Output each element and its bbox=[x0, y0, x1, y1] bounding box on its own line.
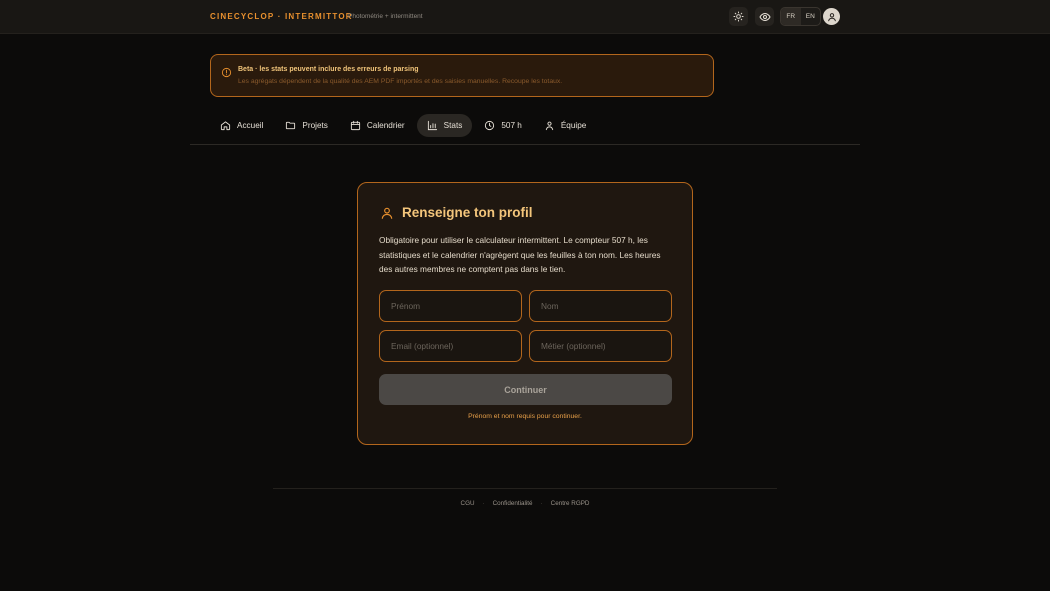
top-bar: CINECYCLOP · INTERMITTOR Photométrie + i… bbox=[0, 0, 1050, 34]
footer-link-cgu[interactable]: CGU bbox=[461, 500, 475, 507]
nav-item-label: Stats bbox=[443, 121, 463, 130]
app-tagline: Photométrie + intermittent bbox=[348, 13, 423, 20]
nav-item-label: Accueil bbox=[237, 121, 264, 130]
banner-title: Beta · les stats peuvent inclure des err… bbox=[238, 66, 419, 73]
footer-separator: · bbox=[540, 500, 543, 507]
email-field[interactable] bbox=[379, 330, 522, 362]
required-fields-hint: Prénom et nom requis pour continuer. bbox=[468, 413, 582, 420]
footer: CGU · Confidentialité · Centre RGPD bbox=[273, 500, 777, 507]
beta-warning-banner: Beta · les stats peuvent inclure des err… bbox=[210, 54, 714, 97]
last-name-field[interactable] bbox=[529, 290, 672, 322]
profile-card: Renseigne ton profil Obligatoire pour ut… bbox=[357, 182, 693, 445]
nav-item-equipe[interactable]: Équipe bbox=[534, 114, 597, 137]
footer-divider bbox=[273, 488, 777, 489]
nav-item-accueil[interactable]: Accueil bbox=[210, 114, 273, 137]
nav-item-label: 507 h bbox=[501, 121, 522, 130]
profile-description: Obligatoire pour utiliser le calculateur… bbox=[379, 235, 661, 275]
lang-en-button[interactable]: EN bbox=[801, 8, 821, 25]
first-name-field[interactable] bbox=[379, 290, 522, 322]
bar-chart-icon bbox=[427, 120, 437, 131]
lang-fr-button[interactable]: FR bbox=[781, 8, 801, 25]
footer-link-confidentialite[interactable]: Confidentialité bbox=[493, 500, 533, 507]
calendar-icon bbox=[350, 120, 360, 131]
banner-text: Les agrégats dépendent de la qualité des… bbox=[238, 78, 563, 85]
person-icon bbox=[545, 121, 554, 131]
nav-divider bbox=[190, 144, 860, 145]
nav-item-projets[interactable]: Projets bbox=[275, 114, 337, 137]
continue-button[interactable]: Continuer bbox=[379, 374, 672, 405]
nav-item-stats[interactable]: Stats bbox=[416, 114, 473, 137]
job-field[interactable] bbox=[529, 330, 672, 362]
eye-icon bbox=[759, 12, 770, 21]
nav-item-label: Projets bbox=[302, 121, 328, 130]
nav-item-label: Calendrier bbox=[366, 121, 405, 130]
language-switch: FR EN bbox=[780, 7, 821, 26]
view-mode-button[interactable] bbox=[755, 7, 774, 26]
account-avatar-button[interactable] bbox=[823, 8, 840, 25]
home-icon bbox=[220, 121, 231, 131]
nav-item-label: Équipe bbox=[560, 121, 587, 130]
app-brand[interactable]: CINECYCLOP · INTERMITTOR bbox=[210, 12, 353, 21]
footer-link-rgpd[interactable]: Centre RGPD bbox=[551, 500, 590, 507]
nav-item-507h[interactable]: 507 h bbox=[474, 114, 532, 137]
folder-icon bbox=[286, 121, 296, 130]
user-outline-icon bbox=[381, 207, 393, 219]
main-nav: Accueil Projets Calendrier Stats 507 h É… bbox=[210, 114, 596, 138]
user-icon bbox=[827, 12, 836, 21]
alert-circle-icon bbox=[221, 67, 232, 78]
sun-icon bbox=[733, 11, 744, 22]
profile-title: Renseigne ton profil bbox=[402, 205, 533, 220]
nav-item-calendrier[interactable]: Calendrier bbox=[340, 114, 415, 137]
clock-icon bbox=[485, 120, 495, 131]
theme-toggle-button[interactable] bbox=[729, 7, 748, 26]
footer-separator: · bbox=[482, 500, 485, 507]
